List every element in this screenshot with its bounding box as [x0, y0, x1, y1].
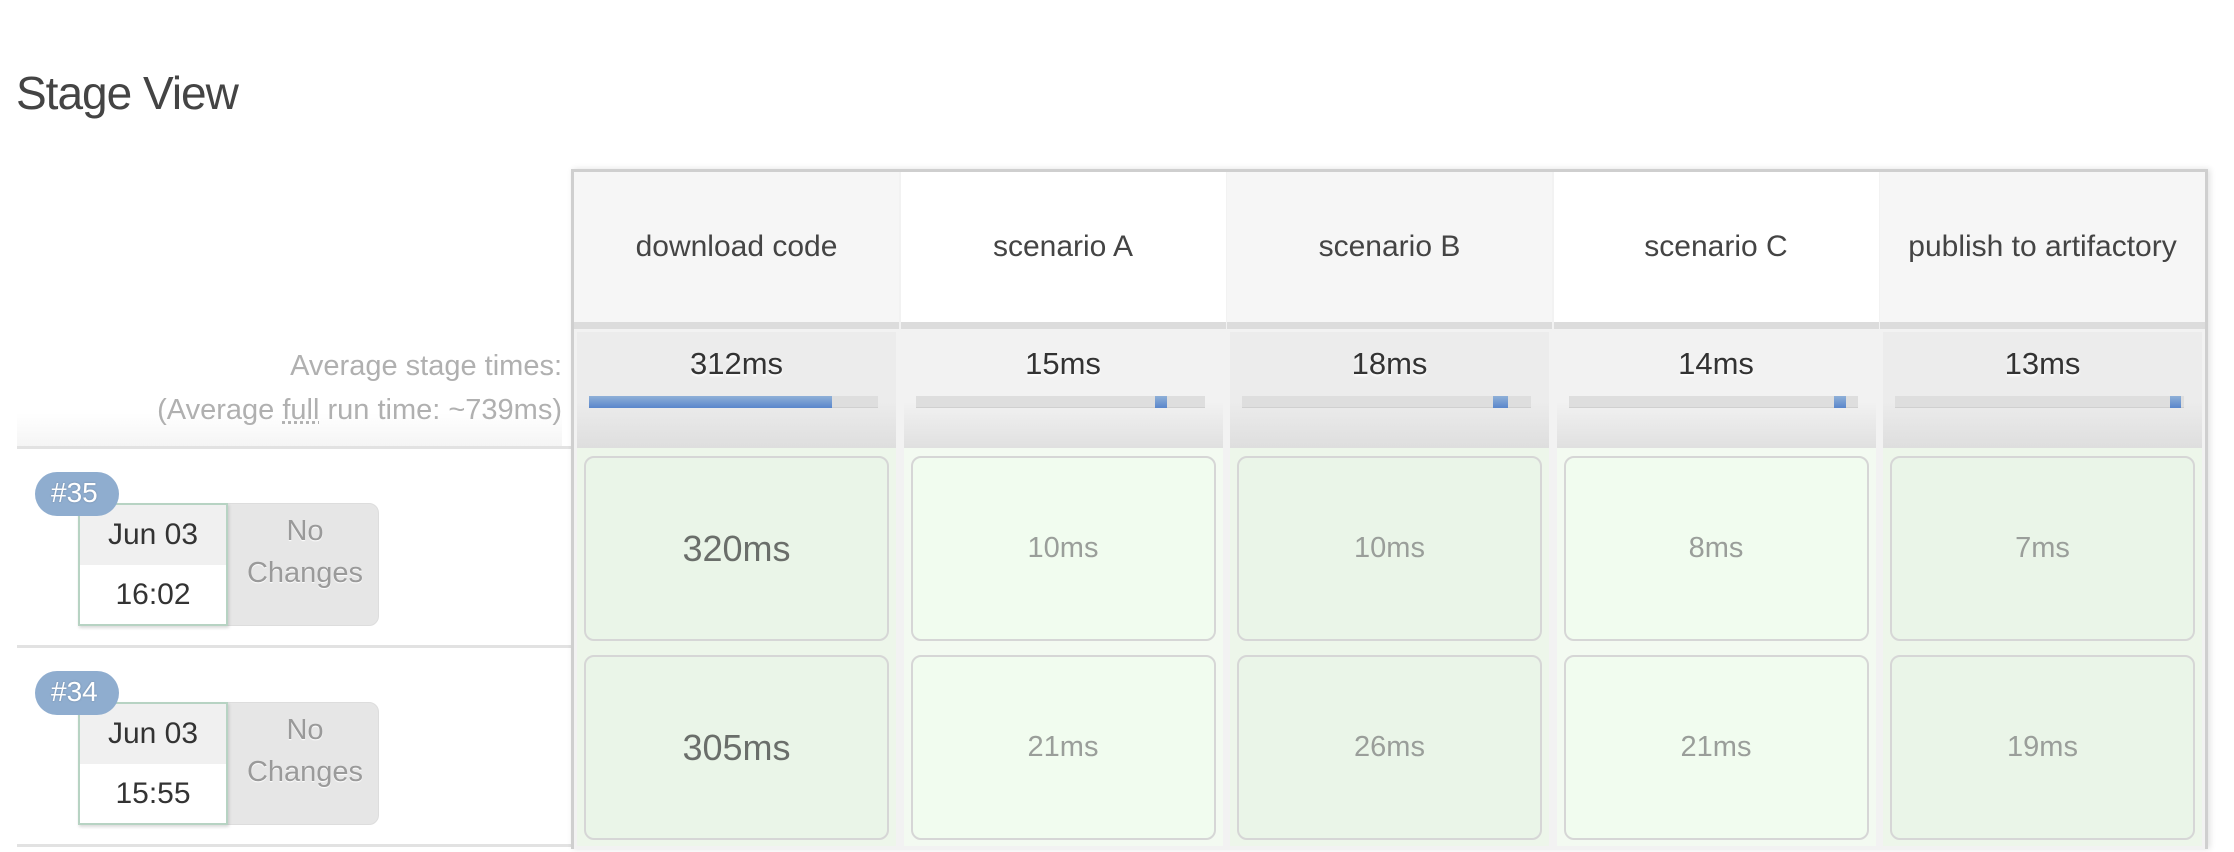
build-time: 15:55: [115, 777, 191, 810]
stage-average-bar: [589, 396, 878, 408]
stage-cell-wrapper: 21ms: [903, 647, 1223, 846]
stage-average-value: 14ms: [1678, 346, 1754, 381]
page-title: Stage View: [16, 67, 239, 119]
stage-average: 18ms: [1230, 332, 1549, 448]
build-row: #35 Jun 03 16:02 No Changes: [17, 448, 571, 647]
stage-average-bar-fill: [1834, 396, 1846, 408]
build-time: 16:02: [115, 578, 191, 611]
build-timestamp: Jun 03 15:55: [78, 702, 228, 825]
stage-cell-wrapper: 305ms: [577, 647, 896, 846]
stage-name: download code: [635, 230, 838, 263]
stage-cell-wrapper: 26ms: [1230, 647, 1549, 846]
stage-average-bar: [1242, 396, 1531, 408]
stage-column: scenario B 18ms 10ms 26ms: [1227, 172, 1552, 852]
stage-average: 14ms: [1556, 332, 1876, 448]
stage-average-value: 18ms: [1351, 346, 1428, 381]
stage-cell-wrapper: 10ms: [1230, 448, 1549, 647]
stage-result-cell[interactable]: 21ms: [910, 655, 1216, 840]
stage-column: scenario C 14ms 8ms 21ms: [1553, 172, 1879, 852]
stage-average: 312ms: [577, 332, 896, 448]
stage-average: 13ms: [1883, 332, 2202, 448]
stage-name: publish to artifactory: [1908, 230, 2177, 263]
build-number-badge[interactable]: #34: [35, 671, 119, 715]
build-timestamp: Jun 03 16:02: [78, 503, 228, 626]
stage-result-cell[interactable]: 10ms: [910, 456, 1216, 641]
avg-full-run-text: (Average full run time: ~739ms): [157, 394, 562, 426]
stage-result-cell[interactable]: 10ms: [1237, 456, 1542, 641]
stage-average-bar: [1895, 396, 2184, 408]
stage-average-bar-fill: [2169, 396, 2182, 408]
stage-column: download code 312ms 320ms 305ms: [574, 172, 899, 852]
stage-view-table: download code 312ms 320ms 305ms scenario…: [571, 169, 2208, 849]
stage-result-cell[interactable]: 8ms: [1563, 456, 1869, 641]
stage-average-value: 312ms: [689, 346, 784, 381]
changes-button[interactable]: No Changes: [217, 702, 379, 825]
stage-header: scenario B: [1227, 172, 1552, 329]
stage-result-cell[interactable]: 7ms: [1890, 456, 2195, 641]
changes-button[interactable]: No Changes: [217, 503, 379, 626]
stage-average: 15ms: [903, 332, 1223, 448]
stage-cell-wrapper: 21ms: [1556, 647, 1876, 846]
stage-average-bar-fill: [1155, 396, 1167, 408]
build-number-badge[interactable]: #35: [35, 472, 119, 516]
stage-header: publish to artifactory: [1880, 172, 2205, 329]
build-row: #34 Jun 03 15:55 No Changes: [17, 647, 571, 846]
stage-cell-wrapper: 19ms: [1883, 647, 2202, 846]
full-run-tooltip[interactable]: full: [282, 394, 319, 426]
stage-average-bar: [1568, 396, 1858, 408]
stage-average-bar-fill: [589, 396, 832, 408]
stage-average-bar: [915, 396, 1205, 408]
stage-average-value: 13ms: [2004, 346, 2081, 381]
stage-result-cell[interactable]: 305ms: [584, 655, 889, 840]
stage-cell-wrapper: 8ms: [1556, 448, 1876, 647]
stage-name: scenario B: [1318, 230, 1461, 263]
stage-column: scenario A 15ms 10ms 21ms: [900, 172, 1226, 852]
stage-result-cell[interactable]: 21ms: [1563, 655, 1869, 840]
stage-cell-wrapper: 7ms: [1883, 448, 2202, 647]
avg-stage-times-text: Average stage times:: [290, 350, 562, 382]
stage-cell-wrapper: 10ms: [903, 448, 1223, 647]
stage-header: download code: [574, 172, 899, 329]
stage-header: scenario C: [1553, 172, 1879, 329]
average-times-label: Average stage times: (Average full run t…: [17, 332, 562, 448]
divider: [17, 844, 571, 847]
stage-name: scenario C: [1644, 230, 1788, 263]
stage-name: scenario A: [992, 230, 1134, 263]
stage-result-cell[interactable]: 26ms: [1237, 655, 1542, 840]
stage-header: scenario A: [900, 172, 1226, 329]
stage-column: publish to artifactory 13ms 7ms 19ms: [1880, 172, 2205, 852]
stage-average-value: 15ms: [1025, 346, 1101, 381]
stage-result-cell[interactable]: 19ms: [1890, 655, 2195, 840]
stage-cell-wrapper: 320ms: [577, 448, 896, 647]
stage-average-bar-fill: [1493, 396, 1508, 408]
stage-result-cell[interactable]: 320ms: [584, 456, 889, 641]
